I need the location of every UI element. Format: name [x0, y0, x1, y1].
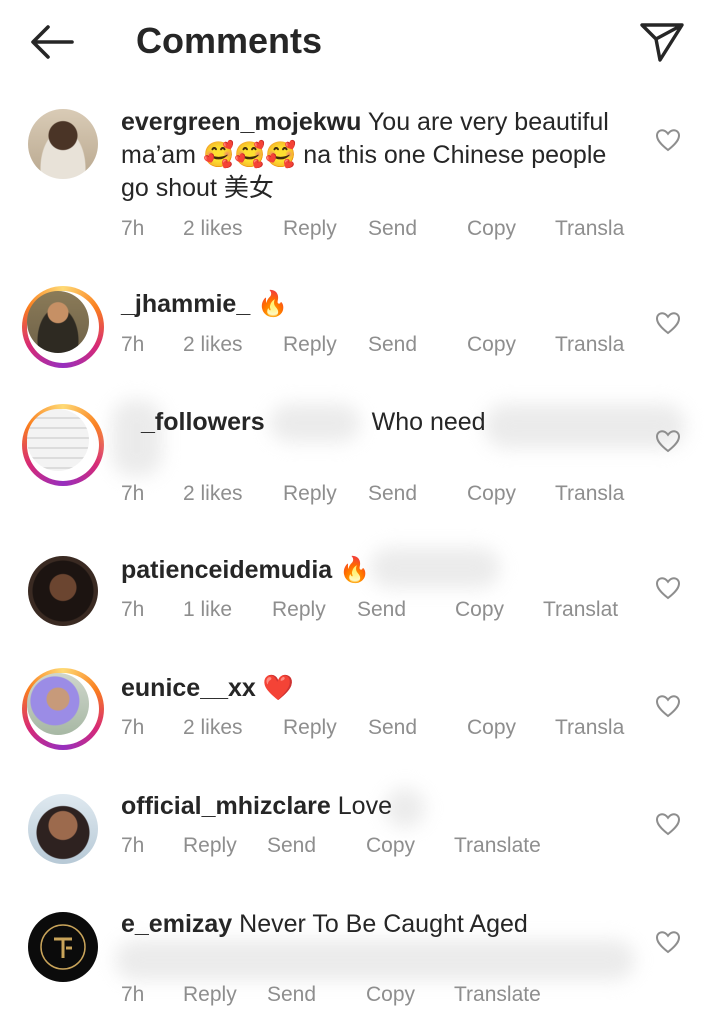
heart-outline-icon[interactable]: [655, 576, 681, 600]
comment-text: 🔥: [257, 290, 289, 318]
avatar[interactable]: [22, 286, 104, 368]
comment-time: 7h: [121, 983, 145, 1006]
copy-button[interactable]: Copy: [366, 983, 415, 1007]
avatar-photo: [27, 291, 89, 353]
copy-button[interactable]: Copy: [455, 598, 504, 622]
avatar[interactable]: [22, 668, 104, 750]
comment-time: 7h: [121, 834, 145, 857]
header: Comments: [0, 0, 720, 86]
heart-outline-icon[interactable]: [655, 930, 681, 954]
copy-button[interactable]: Copy: [467, 482, 516, 506]
paper-plane-icon[interactable]: [638, 20, 686, 64]
comment-text: 🔥: [339, 556, 371, 584]
comment-username[interactable]: patienceidemudia: [121, 556, 332, 584]
translate-button[interactable]: Transla: [555, 333, 624, 357]
avatar-photo: [28, 912, 98, 982]
translate-button[interactable]: Transla: [555, 716, 624, 740]
likes-count[interactable]: 2 likes: [183, 333, 243, 357]
likes-count[interactable]: 2 likes: [183, 716, 243, 740]
redaction-blur: [115, 940, 635, 980]
copy-button[interactable]: Copy: [467, 716, 516, 740]
avatar-photo: [28, 794, 98, 864]
avatar-photo: [27, 409, 89, 471]
likes-count[interactable]: 1 like: [183, 598, 232, 622]
avatar-photo: [28, 556, 98, 626]
comment-text: Love: [337, 792, 392, 820]
avatar[interactable]: [22, 404, 104, 486]
comment-text: Never To Be Caught Aged: [239, 910, 528, 938]
comment-username[interactable]: eunice__xx: [121, 674, 256, 702]
avatar[interactable]: [28, 794, 98, 864]
send-button[interactable]: Send: [368, 333, 417, 357]
likes-count[interactable]: 2 likes: [183, 482, 243, 506]
comment-username[interactable]: evergreen_mojekwu: [121, 108, 361, 136]
avatar[interactable]: [28, 109, 98, 179]
reply-button[interactable]: Reply: [283, 482, 337, 506]
send-button[interactable]: Send: [368, 482, 417, 506]
comment-username[interactable]: _followers: [141, 408, 265, 436]
translate-button[interactable]: Translat: [543, 598, 618, 622]
avatar-photo: [28, 109, 98, 179]
send-button[interactable]: Send: [267, 983, 316, 1007]
back-arrow-icon[interactable]: [28, 22, 76, 62]
avatar[interactable]: [28, 912, 98, 982]
comment-time: 7h: [121, 716, 145, 739]
heart-outline-icon[interactable]: [655, 311, 681, 335]
send-button[interactable]: Send: [267, 834, 316, 858]
comment-username[interactable]: e_emizay: [121, 910, 232, 938]
page-title: Comments: [136, 20, 323, 61]
comment-time: 7h: [121, 217, 145, 240]
translate-button[interactable]: Translate: [454, 834, 541, 858]
reply-button[interactable]: Reply: [283, 333, 337, 357]
reply-button[interactable]: Reply: [283, 217, 337, 241]
reply-button[interactable]: Reply: [272, 598, 326, 622]
brand-logo: [40, 924, 86, 970]
reply-button[interactable]: Reply: [183, 834, 237, 858]
reply-button[interactable]: Reply: [283, 716, 337, 740]
copy-button[interactable]: Copy: [467, 217, 516, 241]
comment-time: 7h: [121, 333, 145, 356]
likes-count[interactable]: 2 likes: [183, 217, 243, 241]
comment-username[interactable]: official_mhizclare: [121, 792, 331, 820]
heart-outline-icon[interactable]: [655, 694, 681, 718]
translate-button[interactable]: Transla: [555, 217, 624, 241]
send-button[interactable]: Send: [368, 716, 417, 740]
avatar[interactable]: [28, 556, 98, 626]
reply-button[interactable]: Reply: [183, 983, 237, 1007]
translate-button[interactable]: Translate: [454, 983, 541, 1007]
copy-button[interactable]: Copy: [366, 834, 415, 858]
translate-button[interactable]: Transla: [555, 482, 624, 506]
avatar-photo: [27, 673, 89, 735]
copy-button[interactable]: Copy: [467, 333, 516, 357]
comment-text: ❤️: [262, 674, 294, 702]
comment-username[interactable]: _jhammie_: [121, 290, 250, 318]
comment-text: Who need: [371, 408, 486, 436]
heart-outline-icon[interactable]: [655, 128, 681, 152]
heart-outline-icon[interactable]: [655, 429, 681, 453]
send-button[interactable]: Send: [368, 217, 417, 241]
send-button[interactable]: Send: [357, 598, 406, 622]
comment-time: 7h: [121, 482, 145, 505]
comment-time: 7h: [121, 598, 145, 621]
heart-outline-icon[interactable]: [655, 812, 681, 836]
